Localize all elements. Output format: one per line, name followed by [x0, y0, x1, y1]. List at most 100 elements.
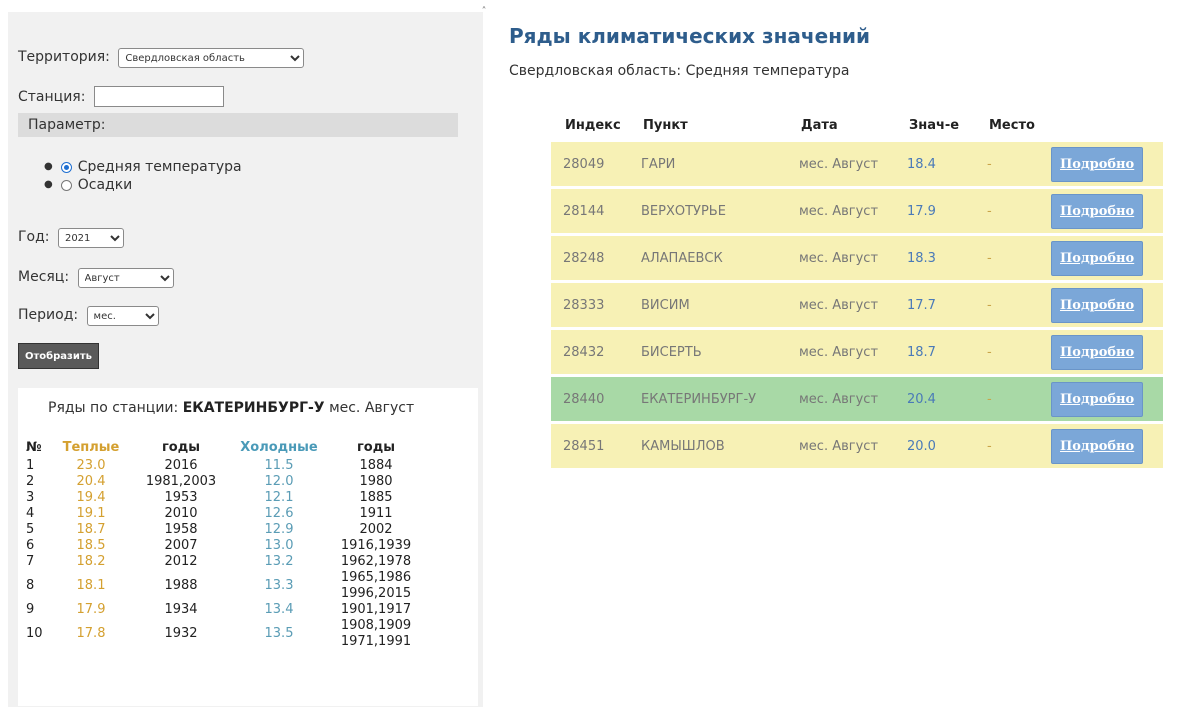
records-cell-warm: 18.7	[76, 522, 106, 537]
year-row: Год: 2021	[18, 228, 124, 248]
radio-precip[interactable]	[60, 179, 72, 191]
records-cell-no: 6	[26, 538, 35, 553]
station-row: 28440 ЕКАТЕРИНБУРГ-У мес. Август 20.4- Подро…	[551, 377, 1163, 421]
records-cell-cold-years: 1911	[359, 506, 393, 521]
station-row: Станция:	[18, 86, 224, 107]
station-place: -	[975, 330, 1051, 374]
details-button[interactable]: Подробно	[1051, 334, 1144, 370]
radio-item-avg-temp[interactable]: ● Средняя температура	[44, 158, 242, 176]
station-input[interactable]	[93, 86, 224, 107]
records-cell-no: 1	[26, 458, 35, 473]
month-select[interactable]: Август	[77, 268, 174, 288]
station-index: 28333	[551, 283, 629, 327]
station-point: ВИСИМ	[629, 283, 787, 327]
radio-label-avg-temp: Средняя температура	[77, 159, 242, 175]
station-point: КАМЫШЛОВ	[629, 424, 787, 468]
station-index: 28432	[551, 330, 629, 374]
records-cell-warm-years: 1988	[164, 578, 198, 593]
territory-select[interactable]: Свердловская область	[118, 48, 305, 68]
records-cell-no: 3	[26, 490, 35, 505]
show-button[interactable]: Отобразить	[18, 343, 99, 369]
records-row: 5 18.7 1958 12.9 2002	[26, 522, 424, 538]
station-index: 28451	[551, 424, 629, 468]
month-label: Месяц:	[18, 268, 70, 285]
records-cell-warm-years: 2016	[164, 458, 198, 473]
records-cell-warm-years: 2012	[164, 554, 198, 569]
records-cell-cold: 12.1	[264, 490, 294, 505]
station-date: мес. Август	[787, 424, 895, 468]
records-cell-warm: 18.2	[76, 554, 106, 569]
records-cell-warm: 20.4	[76, 474, 106, 489]
page-subtitle: Свердловская область: Средняя температур…	[509, 63, 850, 79]
station-place: -	[975, 236, 1051, 280]
records-cell-warm: 17.8	[76, 626, 106, 641]
station-action-cell: Подробно	[1051, 377, 1163, 421]
parameter-radio-group: ● Средняя температура ● Осадки	[44, 158, 242, 194]
station-place: -	[975, 283, 1051, 327]
bullet-icon: ●	[44, 161, 53, 172]
station-index: 28248	[551, 236, 629, 280]
records-header-no: №	[26, 439, 42, 455]
station-value: 18.4	[895, 142, 975, 186]
stations-table-body: 28049 ГАРИ мес. Август 18.4- Подробно 28144 ВЕ…	[551, 142, 1163, 468]
territory-label: Территория:	[18, 48, 110, 65]
details-button[interactable]: Подробно	[1051, 428, 1144, 464]
records-caption-suffix: мес. Август	[329, 400, 415, 416]
station-place: -	[975, 142, 1051, 186]
records-cell-warm-years: 1953	[164, 490, 198, 505]
records-header-cold-years: годы	[357, 439, 395, 455]
records-cell-cold: 13.3	[264, 578, 294, 593]
records-row: 10 17.8 1932 13.5 1908,1909 1971,1991	[26, 618, 424, 650]
records-cell-cold: 11.5	[264, 458, 294, 473]
station-value: 17.7	[895, 283, 975, 327]
details-button[interactable]: Подробно	[1051, 193, 1144, 229]
radio-item-precip[interactable]: ● Осадки	[44, 176, 242, 194]
station-row: 28049 ГАРИ мес. Август 18.4- Подробно	[551, 142, 1163, 186]
records-cell-warm: 19.1	[76, 506, 106, 521]
station-value: 20.4	[895, 377, 975, 421]
records-table: № Теплые годы Холодные годы 1 23.0 2016 11.…	[26, 436, 424, 650]
details-button[interactable]: Подробно	[1051, 146, 1144, 182]
records-cell-cold: 13.2	[264, 554, 294, 569]
station-point: БИСЕРТЬ	[629, 330, 787, 374]
records-cell-cold: 13.5	[264, 626, 294, 641]
station-value: 20.0	[895, 424, 975, 468]
station-value: 18.3	[895, 236, 975, 280]
details-button[interactable]: Подробно	[1051, 287, 1144, 323]
records-row: 3 19.4 1953 12.1 1885	[26, 490, 424, 506]
page-title: Ряды климатических значений	[509, 24, 871, 48]
header-value: Знач-е	[909, 117, 960, 133]
details-button[interactable]: Подробно	[1051, 240, 1144, 276]
month-row: Месяц: Август	[18, 268, 174, 288]
period-row: Период: мес.	[18, 306, 159, 326]
records-cell-warm: 18.1	[76, 578, 106, 593]
details-button[interactable]: Подробно	[1051, 381, 1144, 417]
records-cell-warm-years: 2010	[164, 506, 198, 521]
radio-avg-temp[interactable]	[60, 161, 72, 173]
records-caption-prefix: Ряды по станции:	[48, 400, 179, 416]
records-cell-cold: 13.4	[264, 602, 294, 617]
stations-table: Индекс Пункт Дата Знач-е Место 28049 ГАРИ…	[551, 108, 1163, 471]
station-place: -	[975, 424, 1051, 468]
period-select[interactable]: мес.	[86, 306, 159, 326]
radio-label-precip: Осадки	[77, 177, 133, 193]
records-cell-warm: 17.9	[76, 602, 106, 617]
header-place: Место	[989, 117, 1035, 133]
records-header-cold: Холодные	[240, 439, 318, 455]
scroll-up-icon[interactable]: ˄	[478, 6, 490, 18]
station-index: 28440	[551, 377, 629, 421]
parameter-header: Параметр:	[18, 113, 458, 137]
station-date: мес. Август	[787, 283, 895, 327]
header-date: Дата	[801, 117, 838, 133]
year-select[interactable]: 2021	[57, 228, 124, 248]
records-cell-warm: 19.4	[76, 490, 106, 505]
station-label: Станция:	[18, 88, 86, 105]
records-cell-no: 8	[26, 578, 35, 593]
records-cell-cold-years: 1916,1939	[340, 538, 412, 553]
records-cell-warm-years: 1932	[164, 626, 198, 641]
records-cell-no: 10	[26, 626, 43, 641]
station-action-cell: Подробно	[1051, 142, 1163, 186]
records-row: 6 18.5 2007 13.0 1916,1939	[26, 538, 424, 554]
station-row: 28144 ВЕРХОТУРЬЕ мес. Август 17.9- Подробно	[551, 189, 1163, 233]
station-action-cell: Подробно	[1051, 424, 1163, 468]
